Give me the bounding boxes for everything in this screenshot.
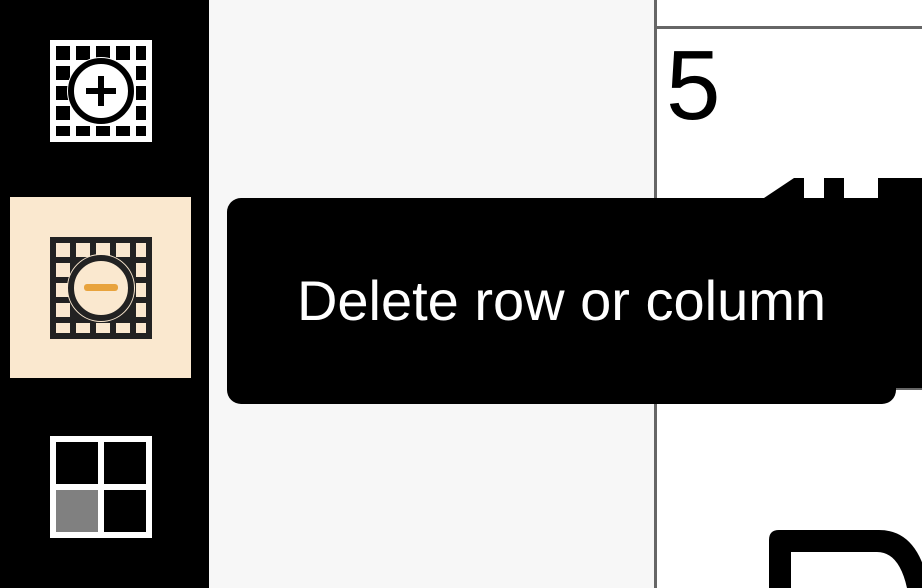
tool-palette xyxy=(0,0,209,588)
grid-delete-icon xyxy=(49,236,152,339)
insert-row-column-button[interactable] xyxy=(10,0,191,181)
grid-line xyxy=(654,26,922,29)
merge-cells-button[interactable] xyxy=(10,396,191,577)
cell-value[interactable]: 5 xyxy=(666,36,721,134)
tooltip-text: Delete row or column xyxy=(296,269,827,332)
delete-row-column-button[interactable] xyxy=(10,197,191,378)
grid-insert-icon xyxy=(49,39,152,142)
tooltip: Delete row or column xyxy=(227,198,896,404)
cell-glyph-fragment xyxy=(759,520,922,588)
grid-merge-icon xyxy=(49,435,152,538)
